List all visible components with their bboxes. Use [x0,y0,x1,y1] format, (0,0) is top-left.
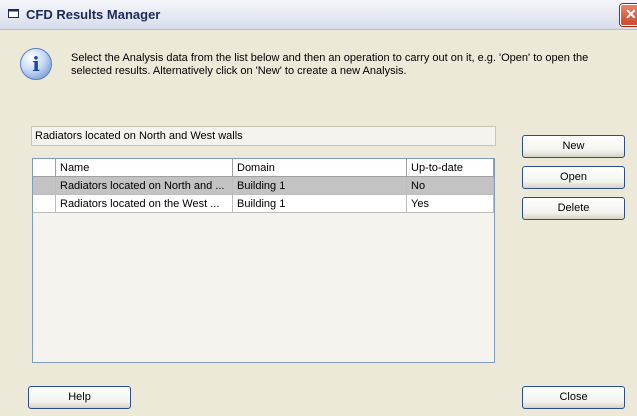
header-up-to-date[interactable]: Up-to-date [407,159,494,177]
header-name[interactable]: Name [56,159,233,177]
list-header: Name Domain Up-to-date [33,159,494,177]
header-select-column[interactable] [33,159,56,177]
close-window-button[interactable]: ✕ [620,4,637,26]
header-domain[interactable]: Domain [233,159,407,177]
selected-analysis-field: Radiators located on North and West wall… [31,126,496,146]
analysis-list[interactable]: Name Domain Up-to-date Radiators located… [32,158,495,363]
row-selector[interactable] [33,177,56,195]
cell-up-to-date: No [407,177,494,195]
delete-button[interactable]: Delete [522,197,625,220]
table-row[interactable]: Radiators located on North and ... Build… [33,177,494,195]
help-button[interactable]: Help [28,386,131,409]
window-icon [8,9,19,18]
intro-text: Select the Analysis data from the list b… [71,52,589,77]
cell-domain: Building 1 [233,195,407,213]
new-button[interactable]: New [522,135,625,158]
close-button[interactable]: Close [522,386,625,409]
cell-domain: Building 1 [233,177,407,195]
open-button[interactable]: Open [522,166,625,189]
window-title: CFD Results Manager [26,7,161,22]
row-selector[interactable] [33,195,56,213]
cell-name: Radiators located on the West ... [56,195,233,213]
table-row[interactable]: Radiators located on the West ... Buildi… [33,195,494,213]
cfd-results-manager-window: CFD Results Manager ✕ i Select the Analy… [0,0,637,416]
title-bar: CFD Results Manager ✕ [0,0,637,30]
cell-name: Radiators located on North and ... [56,177,233,195]
info-icon: i [20,48,52,80]
cell-up-to-date: Yes [407,195,494,213]
